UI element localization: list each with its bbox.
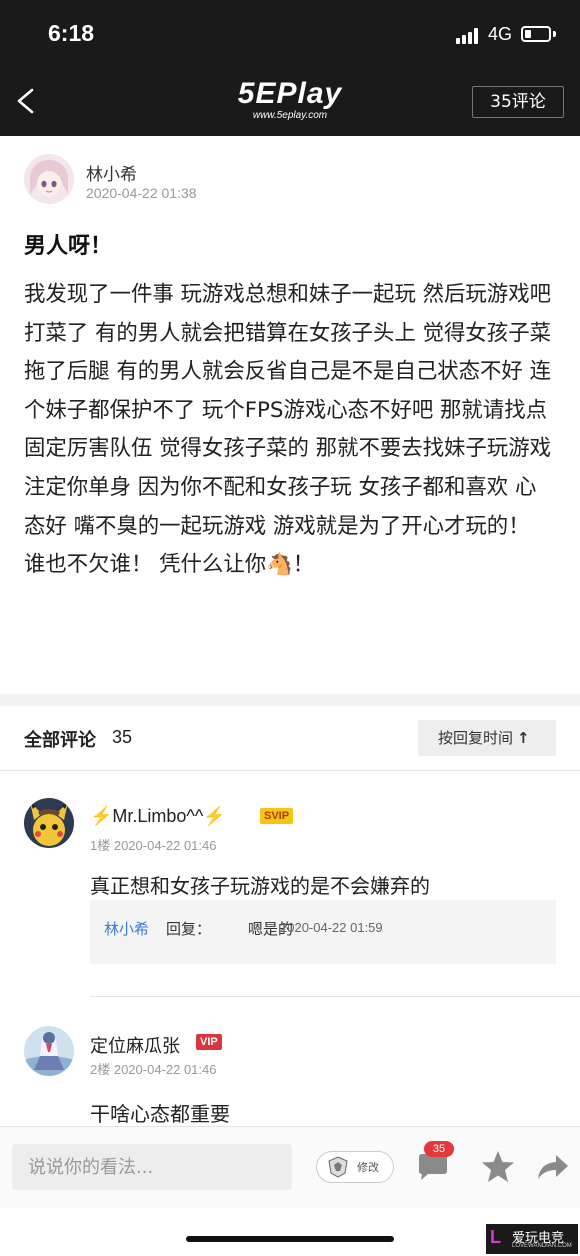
post-body: 我发现了一件事 玩游戏总想和妹子一起玩 然后玩游戏吧打菜了 有的男人就会把错算在… [24, 282, 551, 578]
watermark-logo: L [490, 1227, 501, 1247]
sort-arrow-icon: ↑ [517, 729, 530, 747]
vip-badge: VIP [196, 1034, 222, 1050]
commenter-name[interactable]: 定位麻瓜张 [90, 1032, 180, 1058]
network-label: 4G [488, 24, 513, 44]
edit-label: 修改 [357, 1161, 379, 1174]
battery-icon [521, 26, 551, 42]
back-icon[interactable] [14, 88, 36, 114]
watermark-url: LOVEWANDIAN.COM [512, 1243, 572, 1249]
edit-button[interactable]: 修改 [316, 1151, 394, 1183]
signal-icon [456, 28, 482, 44]
site-logo[interactable]: 5EPlay www.5eplay.com [200, 78, 380, 126]
battery-tip [553, 31, 556, 37]
post-title: 男人呀！ [24, 234, 113, 259]
comment-meta: 1楼 2020-04-22 01:46 [90, 838, 217, 853]
sort-label: 按回复时间 [438, 729, 514, 747]
reply-label: 回复： [166, 920, 212, 938]
bottom-bar: 修改 35 [0, 1126, 580, 1208]
post-time: 2020-04-22 01:38 [86, 185, 197, 201]
team-logo-icon [328, 1156, 348, 1178]
all-comments-label: 全部评论 [24, 730, 96, 751]
logo-text: 5EPlay [237, 77, 343, 110]
nav-bar: 5EPlay www.5eplay.com 35评论 [0, 66, 580, 136]
svip-badge: SVIP [260, 808, 294, 824]
comment-input[interactable] [12, 1144, 292, 1190]
reply-author[interactable]: 林小希 [104, 918, 149, 939]
comment-count-button[interactable]: 35评论 [472, 86, 564, 118]
section-divider [0, 694, 580, 706]
status-bar: 6:18 4G [0, 0, 580, 66]
comment-text: 真正想和女孩子玩游戏的是不会嫌弃的 [90, 874, 430, 898]
commenter-avatar[interactable] [24, 798, 74, 848]
reply-box: 林小希 回复： 嗯是的 2020-04-22 01:59 [90, 900, 556, 964]
reply-time: 2020-04-22 01:59 [280, 920, 383, 935]
comment-count-badge: 35 [424, 1141, 454, 1157]
all-comments-count: 35 [112, 727, 133, 747]
watermark: L 爱玩电竞 LOVEWANDIAN.COM [486, 1224, 578, 1254]
share-icon[interactable] [536, 1151, 570, 1183]
comment-meta: 2楼 2020-04-22 01:46 [90, 1062, 217, 1077]
commenter-avatar[interactable] [24, 1026, 74, 1076]
header-divider [0, 770, 580, 771]
comment-divider [90, 996, 580, 997]
home-indicator [186, 1236, 394, 1242]
author-avatar[interactable] [24, 154, 74, 204]
comment-text: 干啥心态都重要 [90, 1102, 230, 1126]
star-icon[interactable] [480, 1149, 516, 1185]
sort-button[interactable]: 按回复时间 ↑ [418, 720, 556, 756]
status-time: 6:18 [48, 20, 95, 46]
commenter-name[interactable]: ⚡Mr.Limbo^^⚡ [90, 806, 226, 827]
author-name[interactable]: 林小希 [86, 160, 137, 185]
logo-url: www.5eplay.com [252, 110, 328, 121]
